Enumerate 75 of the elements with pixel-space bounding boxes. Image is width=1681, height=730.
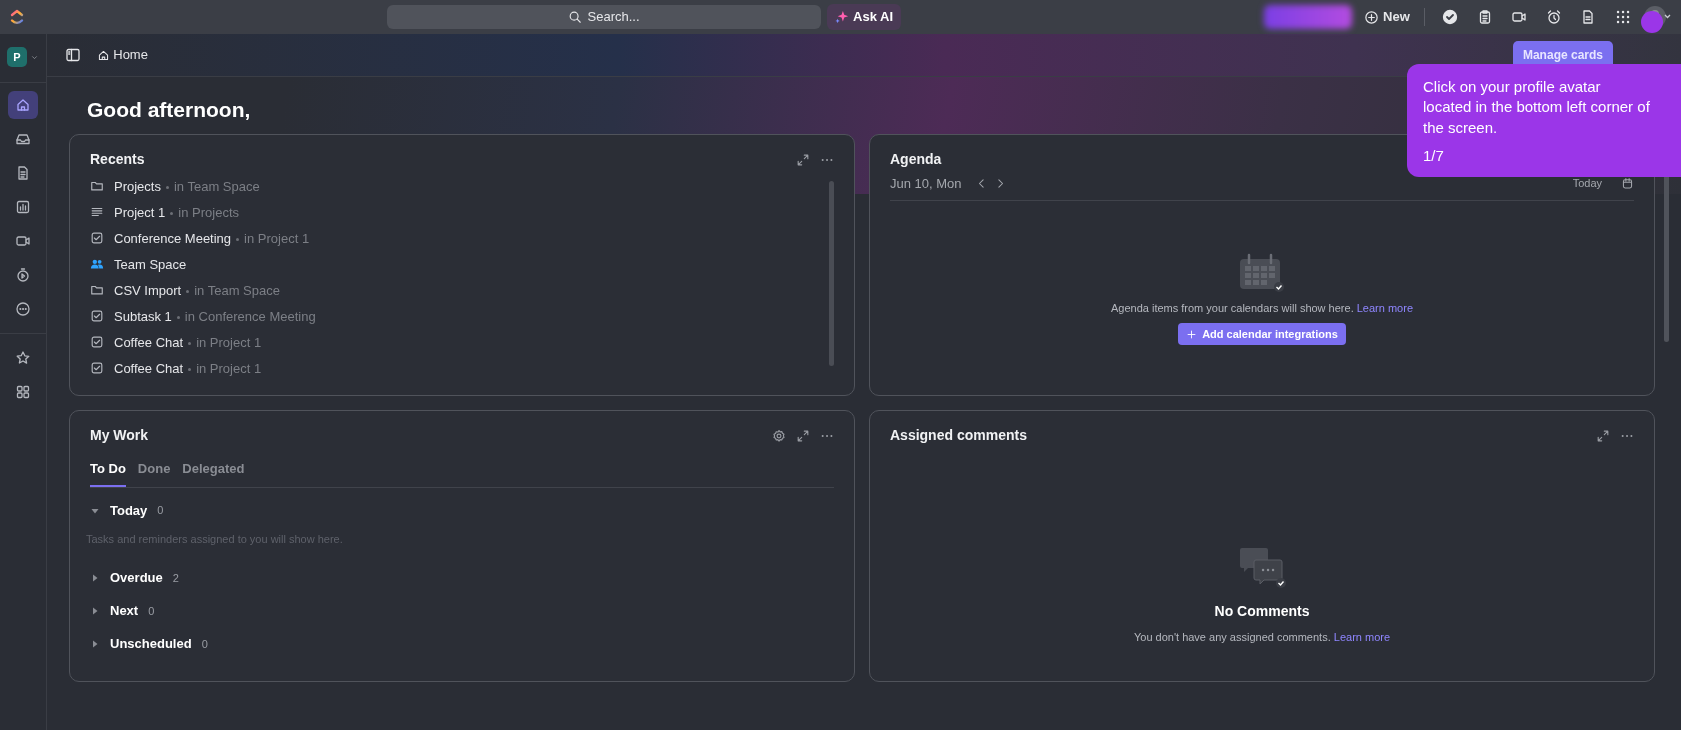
card-title: Assigned comments <box>890 426 1027 446</box>
recent-item[interactable]: Coffee Chat in Project 1 <box>114 358 262 379</box>
breadcrumb-label: Home <box>113 46 148 65</box>
sidebar-item[interactable] <box>8 90 38 119</box>
logo-icon <box>10 9 24 25</box>
new-button[interactable]: New <box>1358 5 1416 29</box>
settings-icon[interactable] <box>772 428 786 443</box>
apps-grid-icon <box>1614 9 1631 25</box>
step-counter: 1/7 <box>1423 145 1445 166</box>
date-label: Jun 10, Mon <box>890 174 962 193</box>
caret-icon[interactable] <box>90 573 100 584</box>
empty-state-text: You don't have any assigned comments. Learn more <box>1133 629 1391 645</box>
empty-state-title: No Comments <box>1214 602 1310 622</box>
more-icon <box>15 300 31 317</box>
plus-icon <box>1364 9 1379 25</box>
tab[interactable]: Delegated <box>182 459 245 487</box>
folder-icon <box>90 179 104 194</box>
checkbox-icon <box>90 309 104 324</box>
card-title: Agenda <box>890 150 942 170</box>
tab[interactable]: To Do <box>90 459 126 487</box>
expand-icon[interactable] <box>796 152 810 167</box>
expand-icon[interactable] <box>1596 428 1610 443</box>
group-label[interactable]: Next <box>110 601 139 621</box>
learn-more-link[interactable]: Learn more <box>1356 301 1413 314</box>
card-title: My Work <box>90 426 149 446</box>
home-icon <box>97 48 110 62</box>
group-label[interactable]: Overdue <box>110 568 163 588</box>
document-icon <box>1580 9 1596 25</box>
plus-icon <box>1186 328 1198 340</box>
recent-item[interactable]: Subtask 1 in Conference Meeting <box>114 306 316 327</box>
recent-item[interactable]: Project 1 in Projects <box>114 202 239 223</box>
caret-icon[interactable] <box>90 606 100 617</box>
grid-icon <box>15 383 31 400</box>
add-calendar-integrations-button[interactable]: Add calendar integrations <box>1178 322 1346 346</box>
stopwatch-icon <box>15 266 31 283</box>
learn-more-link[interactable]: Learn more <box>1333 630 1391 643</box>
scrollbar[interactable] <box>829 181 834 367</box>
chat-bubbles-illustration <box>1238 546 1286 589</box>
count-label: 2 <box>172 570 179 586</box>
workspace-badge[interactable]: P <box>6 47 27 67</box>
search-field[interactable]: Search... <box>386 5 821 29</box>
bar-chart-icon <box>15 198 31 215</box>
checkbox-icon <box>90 231 104 246</box>
group-label[interactable]: Today <box>110 500 148 521</box>
ask-ai-button[interactable]: Ask AI <box>827 4 901 30</box>
star-icon <box>15 349 31 366</box>
checkbox-icon <box>90 335 104 350</box>
greeting: Good afternoon, <box>87 97 251 123</box>
recent-item[interactable]: Projects in Team Space <box>114 176 260 197</box>
recent-item[interactable]: Coffee Chat in Project 1 <box>114 332 262 353</box>
caret-icon[interactable] <box>90 639 100 650</box>
document-icon <box>15 164 31 181</box>
check-circle-icon <box>1442 9 1458 25</box>
tooltip-text: Click on your profile avatar located in the bottom left corner of the screen. <box>1423 77 1651 138</box>
empty-state-text: Agenda items from your calendars will show here. Learn more <box>1110 300 1413 316</box>
checkbox-icon <box>90 361 104 376</box>
tab[interactable]: Done <box>137 459 171 487</box>
folder-icon <box>90 283 104 298</box>
group-label[interactable]: Unscheduled <box>110 634 192 654</box>
recent-item[interactable]: Team Space <box>114 254 187 275</box>
recent-item[interactable]: CSV Import in Team Space <box>114 280 280 301</box>
count-label: 0 <box>201 636 208 652</box>
video-camera-icon <box>1511 9 1527 25</box>
expand-icon[interactable] <box>796 428 810 443</box>
panel-icon <box>65 47 81 63</box>
calendar-icon <box>1621 177 1634 191</box>
sparkle-icon <box>835 10 849 24</box>
recent-item[interactable]: Conference Meeting in Project 1 <box>114 228 310 249</box>
today-button[interactable]: Today <box>1566 173 1608 194</box>
count-label: 0 <box>148 603 155 619</box>
count-label: 0 <box>157 503 164 519</box>
calendar-illustration <box>1238 253 1286 294</box>
alarm-clock-icon <box>1545 9 1562 25</box>
search-icon <box>567 10 582 24</box>
card-title: Recents <box>90 150 145 170</box>
